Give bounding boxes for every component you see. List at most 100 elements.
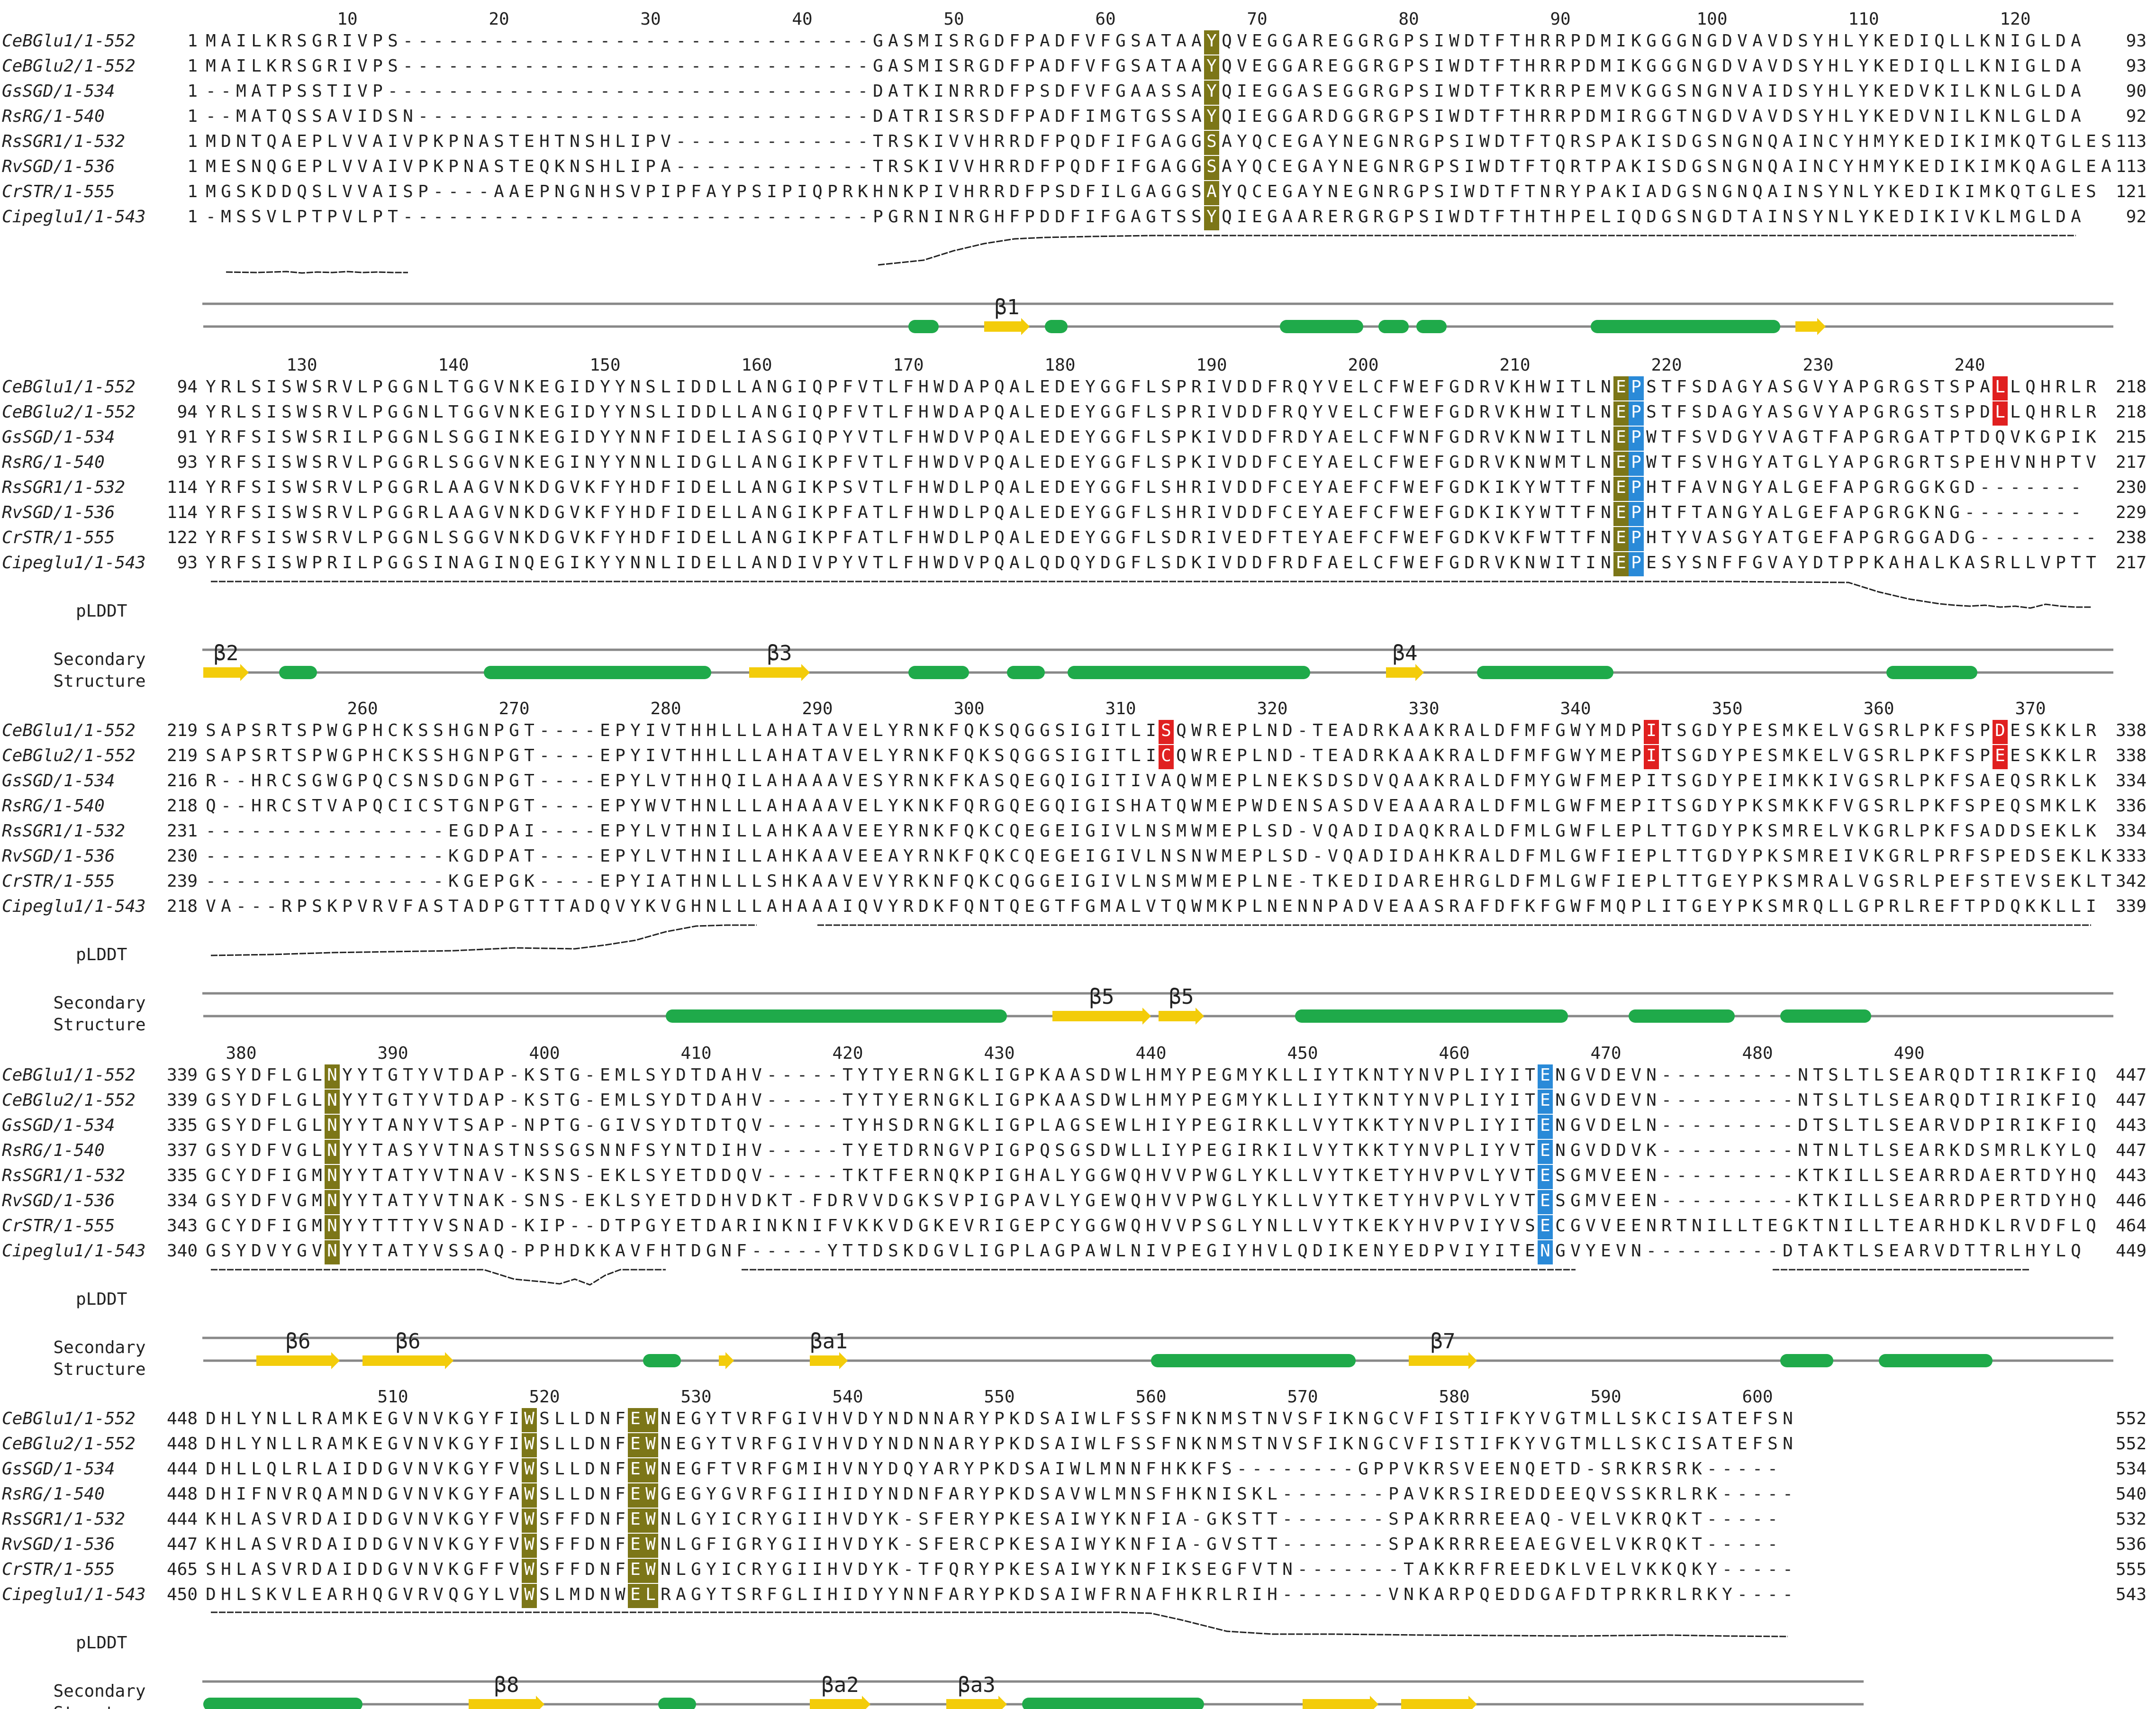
alpha-helix — [1477, 666, 1613, 679]
residue: T — [1692, 872, 1702, 891]
residue: F — [266, 1091, 277, 1110]
residue: K — [1040, 1065, 1050, 1085]
residue: K — [964, 1116, 974, 1135]
residue: I — [1646, 746, 1657, 765]
residue: N — [418, 528, 428, 547]
residue: G — [1373, 157, 1384, 176]
residue: E — [539, 453, 550, 472]
residue: K — [1510, 1434, 1520, 1454]
residue: V — [357, 897, 368, 916]
residue: A — [1055, 1065, 1065, 1085]
residue: P — [418, 132, 428, 151]
residue: F — [1131, 402, 1141, 422]
residue: K — [1813, 796, 1823, 816]
residue: A — [767, 771, 777, 791]
residue: G — [1267, 56, 1277, 76]
residue: P — [524, 1241, 534, 1261]
residue: L — [1479, 821, 1490, 841]
gap: - — [812, 1116, 823, 1135]
residue: G — [1707, 56, 1717, 76]
residue: G — [1904, 402, 1914, 422]
residue: D — [585, 1560, 595, 1579]
residue: L — [1358, 553, 1368, 573]
residue: V — [1115, 872, 1126, 891]
residue: A — [327, 107, 337, 126]
residue: V — [342, 182, 353, 201]
residue: D — [1009, 182, 1020, 201]
residue: Q — [1009, 872, 1020, 891]
gap: - — [585, 771, 595, 791]
residue: V — [1737, 107, 1748, 126]
residue: F — [767, 1409, 777, 1428]
residue: E — [706, 553, 716, 573]
residue: G — [1222, 1166, 1232, 1185]
residue: G — [463, 1484, 474, 1504]
residue: D — [2010, 821, 2020, 841]
residue: F — [1510, 182, 1520, 201]
residue: S — [221, 1091, 231, 1110]
gap: - — [797, 1191, 807, 1210]
residue: A — [1040, 56, 1050, 76]
residue: R — [1206, 721, 1217, 740]
residue: S — [1237, 1434, 1247, 1454]
residue: G — [1222, 1091, 1232, 1110]
sequence-start: 216 — [167, 771, 198, 791]
residue: Q — [964, 796, 974, 816]
residue: A — [1525, 1535, 1535, 1554]
residue: Y — [1585, 1241, 1596, 1261]
residue: K — [1434, 1509, 1444, 1529]
residue: A — [1343, 746, 1353, 765]
residue: S — [312, 453, 322, 472]
residue: G — [1222, 1065, 1232, 1085]
residue: P — [615, 746, 625, 765]
residue: N — [1146, 872, 1156, 891]
residue: V — [1510, 1216, 1520, 1236]
residue: H — [1828, 107, 1839, 126]
residue: Q — [1252, 132, 1262, 151]
residue: G — [388, 402, 398, 422]
residue: N — [1343, 132, 1353, 151]
residue: Y — [1752, 453, 1763, 472]
residue: Y — [418, 1216, 428, 1236]
residue: M — [1161, 1091, 1171, 1110]
residue: I — [797, 528, 807, 547]
residue: V — [403, 1484, 413, 1504]
residue: I — [994, 1065, 1005, 1085]
residue: V — [873, 872, 883, 891]
residue: E — [858, 721, 868, 740]
residue: R — [1282, 377, 1293, 397]
residue: Y — [873, 1409, 883, 1428]
residue: A — [1191, 107, 1202, 126]
sequence-start: 448 — [167, 1484, 198, 1504]
residue: D — [1783, 82, 1793, 101]
residue: Q — [994, 453, 1005, 472]
residue: D — [539, 503, 550, 522]
residue: A — [1783, 553, 1793, 573]
residue: L — [570, 1459, 580, 1479]
residue: L — [236, 1409, 246, 1428]
residue: G — [1646, 82, 1657, 101]
residue: E — [479, 872, 489, 891]
residue: D — [706, 1116, 716, 1135]
gap: - — [403, 846, 413, 866]
residue: G — [1555, 771, 1566, 791]
residue: A — [1919, 1166, 1930, 1185]
residue: G — [1692, 821, 1702, 841]
residue: Y — [1252, 1166, 1262, 1185]
residue: G — [1661, 107, 1672, 126]
residue: D — [1358, 897, 1368, 916]
gap: - — [1555, 1509, 1566, 1529]
residue: K — [524, 503, 534, 522]
residue: R — [1373, 107, 1384, 126]
residue: D — [706, 1216, 716, 1236]
residue: N — [600, 1509, 610, 1529]
residue: F — [1828, 478, 1839, 497]
gap: - — [706, 207, 716, 227]
residue: A — [1919, 1191, 1930, 1210]
residue: G — [1570, 1216, 1581, 1236]
residue: D — [1358, 872, 1368, 891]
residue: L — [297, 1409, 307, 1428]
residue: Q — [2086, 1091, 2096, 1110]
residue: I — [1161, 1141, 1171, 1160]
residue: N — [1707, 553, 1717, 573]
